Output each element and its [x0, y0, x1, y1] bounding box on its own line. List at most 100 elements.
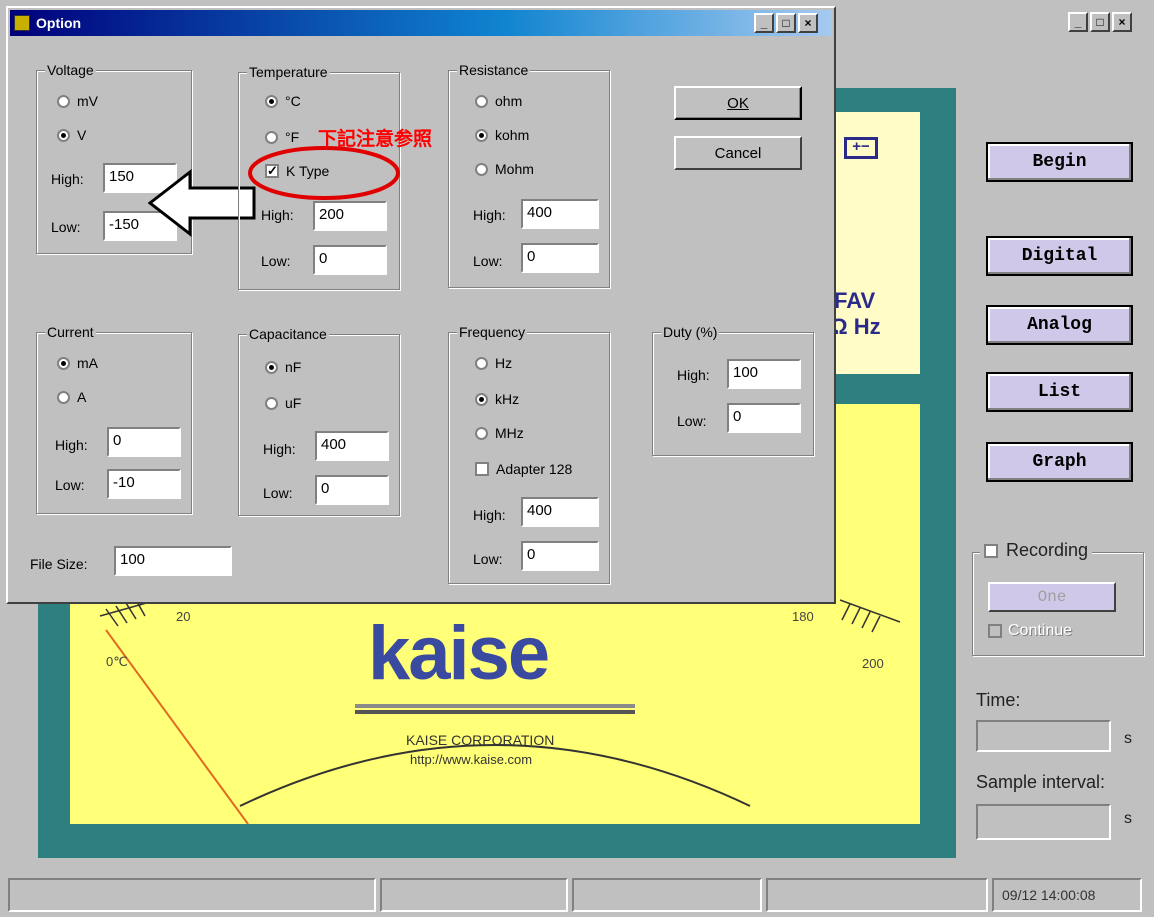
annotation-note: 下記注意参照 [318, 128, 433, 150]
freq-low-input[interactable]: 0 [521, 541, 599, 571]
adapter-checkbox-row[interactable]: Adapter 128 [475, 461, 572, 477]
radio-hz[interactable] [475, 356, 488, 370]
recording-checkbox-row[interactable]: Recording [980, 540, 1093, 561]
adapter-checkbox[interactable] [475, 462, 489, 476]
radio-nf[interactable] [265, 360, 278, 374]
radio-mhz[interactable] [475, 426, 488, 440]
radio-kohm[interactable] [475, 128, 488, 142]
current-ma-radio[interactable]: mA [57, 355, 98, 371]
cancel-label: Cancel [714, 144, 762, 162]
duty-low-input[interactable]: 0 [727, 403, 801, 433]
maximize-button[interactable]: □ [1090, 12, 1110, 32]
resistance-title: Resistance [457, 62, 531, 78]
begin-button[interactable]: Begin [986, 142, 1133, 182]
temp-high-input[interactable]: 200 [313, 201, 387, 231]
scale-right-high: 200 [862, 656, 884, 671]
res-low-input[interactable]: 0 [521, 243, 599, 273]
sample-interval-field[interactable] [976, 804, 1111, 840]
display-hz: Ω Hz [830, 314, 881, 339]
dialog-title: Option [36, 15, 82, 31]
main-window-controls: _ □ × [1068, 12, 1132, 32]
radio-a[interactable] [57, 390, 70, 404]
logo-underline [355, 704, 635, 708]
temp-low-input[interactable]: 0 [313, 245, 387, 275]
radio-c[interactable] [265, 94, 278, 108]
close-button[interactable]: × [1112, 12, 1132, 32]
freq-high-input[interactable]: 400 [521, 497, 599, 527]
cap-low-input[interactable]: 0 [315, 475, 389, 505]
company-name: KAISE CORPORATION [406, 732, 555, 748]
radio-mv[interactable] [57, 94, 70, 108]
current-a-radio[interactable]: A [57, 389, 86, 405]
voltage-title: Voltage [45, 62, 96, 78]
cap-nf-radio[interactable]: nF [265, 359, 301, 375]
list-button[interactable]: List [986, 372, 1133, 412]
continue-row[interactable]: Continue [988, 622, 1072, 640]
continue-checkbox[interactable] [988, 624, 1002, 638]
cap-high-label: High: [263, 441, 296, 457]
temp-f-radio[interactable]: °F [265, 129, 299, 145]
dialog-window-controls: _ □ × [754, 13, 818, 33]
file-size-input[interactable]: 100 [114, 546, 232, 576]
graph-button[interactable]: Graph [986, 442, 1133, 482]
duty-high-input[interactable]: 100 [727, 359, 801, 389]
duty-high-label: High: [677, 367, 710, 383]
res-ohm-radio[interactable]: ohm [475, 93, 522, 109]
dialog-maximize-button[interactable]: □ [776, 13, 796, 33]
option-dialog: Option _ □ × Voltage mV V High: 150 Low:… [6, 6, 836, 604]
temp-high-label: High: [261, 207, 294, 223]
radio-f[interactable] [265, 130, 278, 144]
res-mohm-radio[interactable]: Mohm [475, 161, 534, 177]
analog-button[interactable]: Analog [986, 305, 1133, 345]
capacitance-group: Capacitance nF uF High: 400 Low: 0 [238, 326, 400, 516]
voltage-mv-radio[interactable]: mV [57, 93, 98, 109]
khz-label: kHz [495, 391, 520, 407]
radio-v[interactable] [57, 128, 70, 142]
freq-khz-radio[interactable]: kHz [475, 391, 519, 407]
c-label: °C [285, 93, 301, 109]
duty-low-label: Low: [677, 413, 707, 429]
ohm-label: ohm [495, 93, 523, 109]
time-field[interactable] [976, 720, 1111, 752]
radio-ohm[interactable] [475, 94, 488, 108]
continue-label: Continue [1008, 622, 1073, 639]
brand-logo: kaise [368, 611, 550, 696]
status-time: 09/12 14:00:08 [992, 878, 1142, 912]
dialog-close-button[interactable]: × [798, 13, 818, 33]
current-low-input[interactable]: -10 [107, 469, 181, 499]
voltage-high-label: High: [51, 171, 84, 187]
dialog-titlebar[interactable]: Option _ □ × [10, 10, 832, 36]
status-pane-2 [380, 878, 568, 912]
temp-c-radio[interactable]: °C [265, 93, 301, 109]
current-high-input[interactable]: 0 [107, 427, 181, 457]
duty-group: Duty (%) High: 100 Low: 0 [652, 324, 814, 456]
current-group: Current mA A High: 0 Low: -10 [36, 324, 192, 514]
res-high-input[interactable]: 400 [521, 199, 599, 229]
frequency-title: Frequency [457, 324, 528, 340]
cancel-button[interactable]: Cancel [674, 136, 802, 170]
minimize-button[interactable]: _ [1068, 12, 1088, 32]
app-icon [14, 15, 30, 31]
cap-high-input[interactable]: 400 [315, 431, 389, 461]
radio-uf[interactable] [265, 396, 278, 410]
temp-low-label: Low: [261, 253, 291, 269]
dialog-minimize-button[interactable]: _ [754, 13, 774, 33]
voltage-v-radio[interactable]: V [57, 127, 86, 143]
digital-button[interactable]: Digital [986, 236, 1133, 276]
mohm-label: Mohm [495, 161, 534, 177]
a-label: A [77, 389, 87, 405]
freq-high-label: High: [473, 507, 506, 523]
recording-checkbox[interactable] [984, 543, 998, 558]
radio-mohm[interactable] [475, 162, 488, 176]
freq-mhz-radio[interactable]: MHz [475, 425, 524, 441]
mv-label: mV [77, 93, 98, 109]
cap-uf-radio[interactable]: uF [265, 395, 301, 411]
one-button[interactable]: One [988, 582, 1116, 612]
ma-label: mA [77, 355, 98, 371]
ok-button[interactable]: OK [674, 86, 802, 120]
res-kohm-radio[interactable]: kohm [475, 127, 529, 143]
file-size-label: File Size: [30, 556, 88, 572]
radio-khz[interactable] [475, 392, 488, 406]
freq-hz-radio[interactable]: Hz [475, 355, 512, 371]
radio-ma[interactable] [57, 356, 70, 370]
